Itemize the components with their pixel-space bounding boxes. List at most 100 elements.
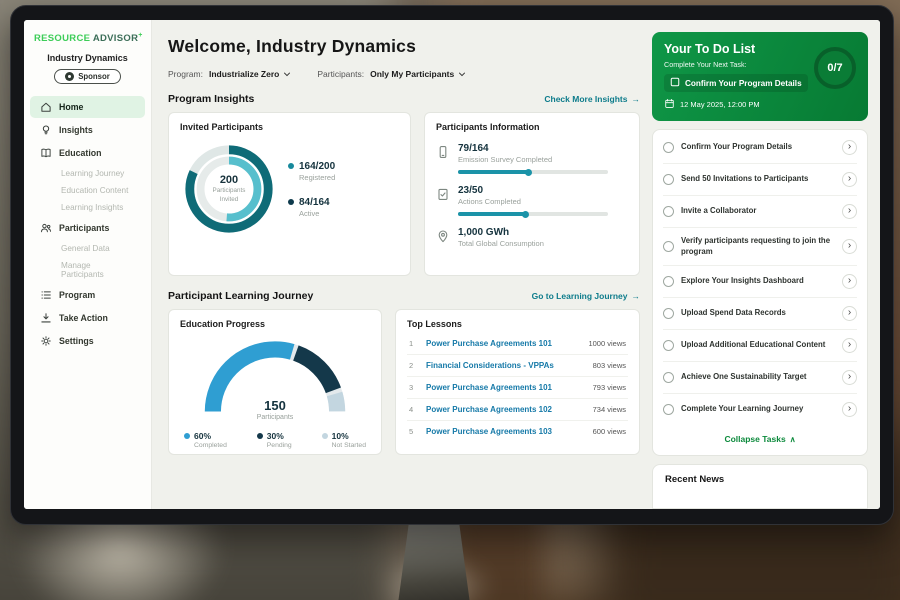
lesson-row: 4 Power Purchase Agreements 102 734 view…	[407, 399, 628, 421]
task-row[interactable]: Send 50 Invitations to Participants ›	[663, 164, 857, 196]
lesson-row: 1 Power Purchase Agreements 101 1000 vie…	[407, 333, 628, 355]
chevron-right-icon[interactable]: ›	[842, 204, 857, 219]
card-title: Education Progress	[180, 319, 370, 329]
chevron-right-icon[interactable]: ›	[842, 172, 857, 187]
task-row[interactable]: Upload Additional Educational Content ›	[663, 330, 857, 362]
todo-summary-card: Your To Do List Complete Your Next Task:…	[652, 32, 868, 121]
sidebar-item-take-action[interactable]: Take Action	[30, 307, 145, 329]
task-checkbox[interactable]	[663, 142, 674, 153]
info-row-actions: 23/50 Actions Completed	[436, 185, 628, 216]
task-row[interactable]: Verify participants requesting to join t…	[663, 228, 857, 266]
gauge-center-value: 150	[200, 398, 350, 413]
sidebar-item-manage-participants[interactable]: Manage Participants	[30, 257, 145, 283]
app-logo: RESOURCE ADVISOR+	[24, 32, 151, 44]
chevron-right-icon[interactable]: ›	[842, 402, 857, 417]
monitor-bezel: RESOURCE ADVISOR+ Industry Dynamics Spon…	[10, 5, 894, 525]
next-task-row[interactable]: Confirm Your Program Details	[664, 74, 808, 92]
task-row[interactable]: Confirm Your Program Details ›	[663, 132, 857, 164]
task-row[interactable]: Invite a Collaborator ›	[663, 196, 857, 228]
participants-label: Participants:	[317, 69, 364, 79]
task-checkbox[interactable]	[663, 308, 674, 319]
task-row[interactable]: Explore Your Insights Dashboard ›	[663, 266, 857, 298]
learning-journey-header: Participant Learning Journey Go to Learn…	[168, 290, 640, 302]
task-checkbox[interactable]	[663, 276, 674, 287]
lesson-link[interactable]: Power Purchase Agreements 103	[426, 427, 585, 436]
legend-dot	[184, 433, 190, 439]
participants-filter: Participants: Only My Participants	[317, 69, 466, 79]
task-row[interactable]: Achieve One Sustainability Target ›	[663, 362, 857, 394]
legend-item-registered: 164/200 Registered	[288, 161, 335, 182]
lesson-link[interactable]: Financial Considerations - VPPAs	[426, 361, 585, 370]
sidebar-item-education-content[interactable]: Education Content	[30, 182, 145, 199]
chevron-right-icon[interactable]: ›	[842, 370, 857, 385]
collapse-tasks-link[interactable]: Collapse Tasks ∧	[663, 425, 857, 453]
insights-cards-row: Invited Participants	[168, 112, 640, 276]
program-filter: Program: Industrialize Zero	[168, 69, 291, 79]
list-icon	[40, 289, 52, 301]
device-icon	[436, 143, 450, 174]
page-title: Welcome, Industry Dynamics	[168, 36, 640, 57]
lesson-link[interactable]: Power Purchase Agreements 101	[426, 383, 585, 392]
due-date-row: 12 May 2025, 12:00 PM	[664, 98, 856, 111]
chevron-right-icon[interactable]: ›	[842, 239, 857, 254]
recent-news-title: Recent News	[665, 474, 855, 485]
learning-cards-row: Education Progress 150	[168, 309, 640, 455]
lesson-link[interactable]: Power Purchase Agreements 101	[426, 339, 580, 348]
go-to-learning-journey-link[interactable]: Go to Learning Journey →	[532, 291, 640, 301]
chevron-right-icon[interactable]: ›	[842, 274, 857, 289]
legend-dot	[257, 433, 263, 439]
info-row-emission-survey: 79/164 Emission Survey Completed	[436, 143, 628, 174]
legend-item-active: 84/164 Active	[288, 197, 335, 218]
education-progress-card: Education Progress 150	[168, 309, 382, 455]
calendar-icon	[664, 98, 675, 111]
task-checkbox[interactable]	[663, 404, 674, 415]
todo-progress-count: 0/7	[812, 45, 858, 91]
task-checkbox[interactable]	[663, 372, 674, 383]
task-checkbox[interactable]	[663, 206, 674, 217]
legend-dot	[288, 199, 294, 205]
check-more-insights-link[interactable]: Check More Insights →	[544, 94, 640, 104]
sidebar-item-home[interactable]: Home	[30, 96, 145, 118]
gear-icon	[40, 335, 52, 347]
invited-participants-card: Invited Participants	[168, 112, 411, 276]
sidebar-item-general-data[interactable]: General Data	[30, 240, 145, 257]
sidebar-item-participants[interactable]: Participants	[30, 217, 145, 239]
info-row-consumption: 1,000 GWh Total Global Consumption	[436, 227, 628, 248]
program-label: Program:	[168, 69, 203, 79]
desk-scene: RESOURCE ADVISOR+ Industry Dynamics Spon…	[0, 0, 900, 600]
lesson-row: 5 Power Purchase Agreements 103 600 view…	[407, 421, 628, 442]
chevron-right-icon[interactable]: ›	[842, 306, 857, 321]
sidebar-item-settings[interactable]: Settings	[30, 330, 145, 352]
education-legend: 60% Completed 30% Pending	[180, 431, 370, 449]
chevron-up-icon: ∧	[790, 435, 796, 444]
top-lessons-card: Top Lessons 1 Power Purchase Agreements …	[395, 309, 640, 455]
section-title: Participant Learning Journey	[168, 290, 313, 302]
chevron-down-icon	[458, 72, 466, 77]
task-checkbox[interactable]	[663, 174, 674, 185]
sidebar-item-learning-journey[interactable]: Learning Journey	[30, 165, 145, 182]
sidebar-item-education[interactable]: Education	[30, 142, 145, 164]
program-select[interactable]: Industrialize Zero	[209, 69, 291, 79]
chevron-right-icon[interactable]: ›	[842, 140, 857, 155]
sidebar-item-learning-insights[interactable]: Learning Insights	[30, 199, 145, 216]
legend-dot	[322, 433, 328, 439]
pin-icon	[436, 227, 450, 248]
participants-select[interactable]: Only My Participants	[370, 69, 466, 79]
arrow-right-icon: →	[632, 291, 641, 301]
chevron-right-icon[interactable]: ›	[842, 338, 857, 353]
donut-center-label: Participants Invited	[205, 187, 253, 203]
legend-item-completed: 60% Completed	[184, 431, 227, 449]
task-row[interactable]: Complete Your Learning Journey ›	[663, 394, 857, 425]
sidebar-item-insights[interactable]: Insights	[30, 119, 145, 141]
legend-item-pending: 30% Pending	[257, 431, 292, 449]
task-row[interactable]: Upload Spend Data Records ›	[663, 298, 857, 330]
lesson-link[interactable]: Power Purchase Agreements 102	[426, 405, 585, 414]
legend-dot	[288, 163, 294, 169]
org-name: Industry Dynamics	[24, 53, 151, 63]
sidebar-item-program[interactable]: Program	[30, 284, 145, 306]
sidebar: RESOURCE ADVISOR+ Industry Dynamics Spon…	[24, 20, 152, 509]
task-checkbox[interactable]	[663, 241, 674, 252]
todo-column: Your To Do List Complete Your Next Task:…	[652, 32, 868, 509]
task-checkbox[interactable]	[663, 340, 674, 351]
monitor-stand	[397, 523, 471, 600]
